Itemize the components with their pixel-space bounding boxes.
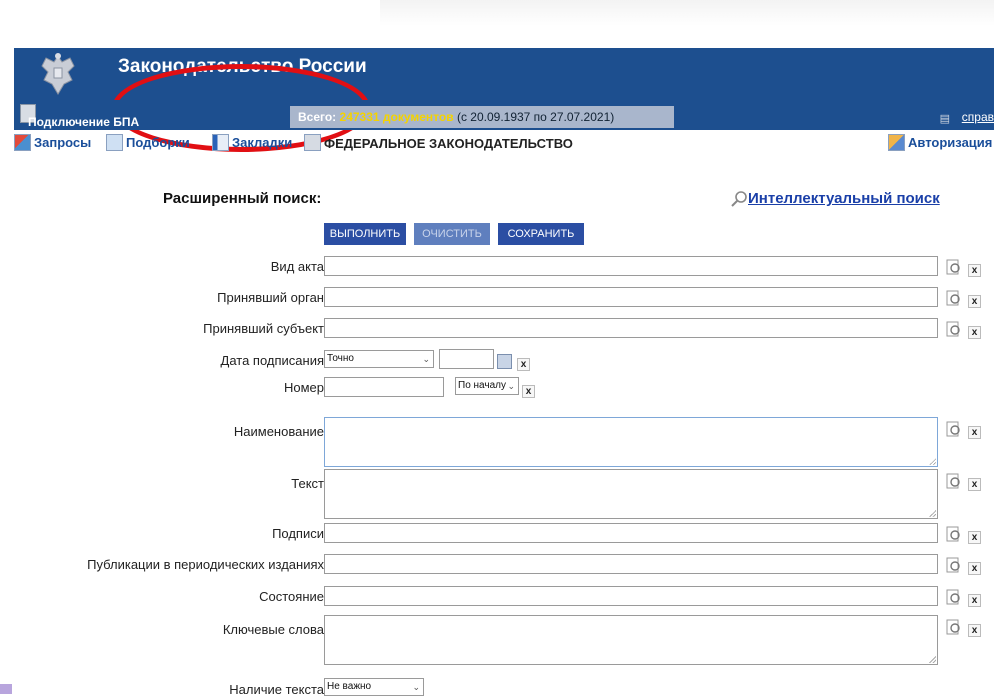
number-mode-select[interactable]: По началу ⌄ (455, 377, 519, 395)
chevron-down-icon: ⌄ (422, 354, 430, 364)
chevron-down-icon: ⌄ (412, 682, 420, 692)
page-title: Расширенный поиск: (163, 190, 322, 207)
execute-button[interactable]: ВЫПОЛНИТЬ (324, 223, 406, 245)
lookup-icon[interactable] (946, 525, 962, 543)
bookmarks-icon[interactable] (212, 134, 229, 151)
has-text-select[interactable]: Не важно ⌄ (324, 678, 424, 696)
text-label: Текст (291, 476, 324, 491)
menu-selections[interactable]: Подборки (126, 135, 190, 150)
publications-field[interactable] (324, 554, 938, 574)
clear-icon[interactable]: x (968, 624, 981, 637)
status-label: Состояние (259, 589, 324, 604)
act-type-label: Вид акта (270, 259, 324, 274)
lookup-icon[interactable] (946, 289, 962, 307)
user-icon[interactable] (888, 134, 905, 151)
clear-icon[interactable]: x (968, 594, 981, 607)
clear-icon[interactable]: x (968, 426, 981, 439)
corner-decoration (0, 684, 12, 694)
clear-icon[interactable]: x (968, 295, 981, 308)
has-text-label: Наличие текста (229, 682, 324, 697)
date-mode-select[interactable]: Точно ⌄ (324, 350, 434, 368)
magnifier-icon[interactable] (730, 190, 748, 208)
federal-icon (304, 134, 321, 151)
save-button[interactable]: СОХРАНИТЬ (498, 223, 584, 245)
organ-field[interactable] (324, 287, 938, 307)
status-field[interactable] (324, 586, 938, 606)
lookup-icon[interactable] (946, 320, 962, 338)
act-type-field[interactable] (324, 256, 938, 276)
number-mode-value: По началу (458, 380, 506, 391)
menu-authorization[interactable]: Авторизация (908, 135, 992, 150)
coat-of-arms-icon (41, 53, 75, 95)
clear-icon[interactable]: x (968, 478, 981, 491)
publications-label: Публикации в периодических изданиях (87, 557, 324, 572)
has-text-value: Не важно (327, 681, 372, 692)
section-federal-legislation: ФЕДЕРАЛЬНОЕ ЗАКОНОДАТЕЛЬСТВО (324, 136, 573, 151)
clear-icon[interactable]: x (968, 264, 981, 277)
name-label: Наименование (233, 424, 324, 439)
total-count: 247331 документов (339, 110, 454, 124)
lookup-icon[interactable] (946, 588, 962, 606)
lookup-icon[interactable] (946, 556, 962, 574)
menu-bookmarks[interactable]: Закладки (232, 135, 292, 150)
clear-icon[interactable]: x (968, 326, 981, 339)
help-icon[interactable]: ▤ (940, 112, 950, 125)
subject-field[interactable] (324, 318, 938, 338)
number-input[interactable] (324, 377, 444, 397)
top-shadow (380, 0, 994, 26)
text-textarea[interactable] (324, 469, 938, 519)
intelligent-search-link[interactable]: Интеллектуальный поиск (748, 190, 940, 207)
date-mode-value: Точно (327, 353, 354, 364)
clear-icon[interactable]: x (522, 385, 535, 398)
resize-grip[interactable] (929, 510, 936, 517)
lookup-icon[interactable] (946, 258, 962, 276)
keywords-textarea[interactable] (324, 615, 938, 665)
help-link[interactable]: справ (962, 110, 994, 124)
selections-icon[interactable] (106, 134, 123, 151)
organ-label: Принявший орган (217, 290, 324, 305)
clear-button[interactable]: ОЧИСТИТЬ (414, 223, 490, 245)
clear-icon[interactable]: x (968, 562, 981, 575)
resize-grip[interactable] (929, 656, 936, 663)
site-header: Законодательство России (14, 48, 994, 152)
signatures-label: Подписи (272, 526, 324, 541)
chevron-down-icon: ⌄ (507, 381, 515, 391)
lookup-icon[interactable] (946, 618, 962, 636)
lookup-icon[interactable] (946, 472, 962, 490)
sign-date-input[interactable] (439, 349, 494, 369)
subject-label: Принявший субъект (203, 321, 324, 336)
site-title: Законодательство России (118, 56, 367, 77)
menu-requests[interactable]: Запросы (34, 135, 91, 150)
lookup-icon[interactable] (946, 420, 962, 438)
total-label: Всего: (298, 110, 337, 124)
number-label: Номер (283, 380, 324, 395)
clear-icon[interactable]: x (968, 531, 981, 544)
info-bar: Подключение БПА Всего: 247331 документов… (14, 100, 994, 130)
resize-grip[interactable] (929, 458, 936, 465)
total-range: (с 20.09.1937 по 27.07.2021) (456, 110, 615, 124)
clear-icon[interactable]: x (517, 358, 530, 371)
keywords-label: Ключевые слова (222, 622, 324, 637)
name-textarea[interactable] (324, 417, 938, 467)
sign-date-label: Дата подписания (220, 353, 324, 368)
bpa-connect-link[interactable]: Подключение БПА (28, 115, 139, 129)
menu-bar: Запросы Подборки Закладки ФЕДЕРАЛЬНОЕ ЗА… (14, 132, 994, 156)
calendar-icon[interactable] (497, 354, 512, 369)
signatures-field[interactable] (324, 523, 938, 543)
requests-icon[interactable] (14, 134, 31, 151)
document-total: Всего: 247331 документов (с 20.09.1937 п… (290, 106, 674, 128)
